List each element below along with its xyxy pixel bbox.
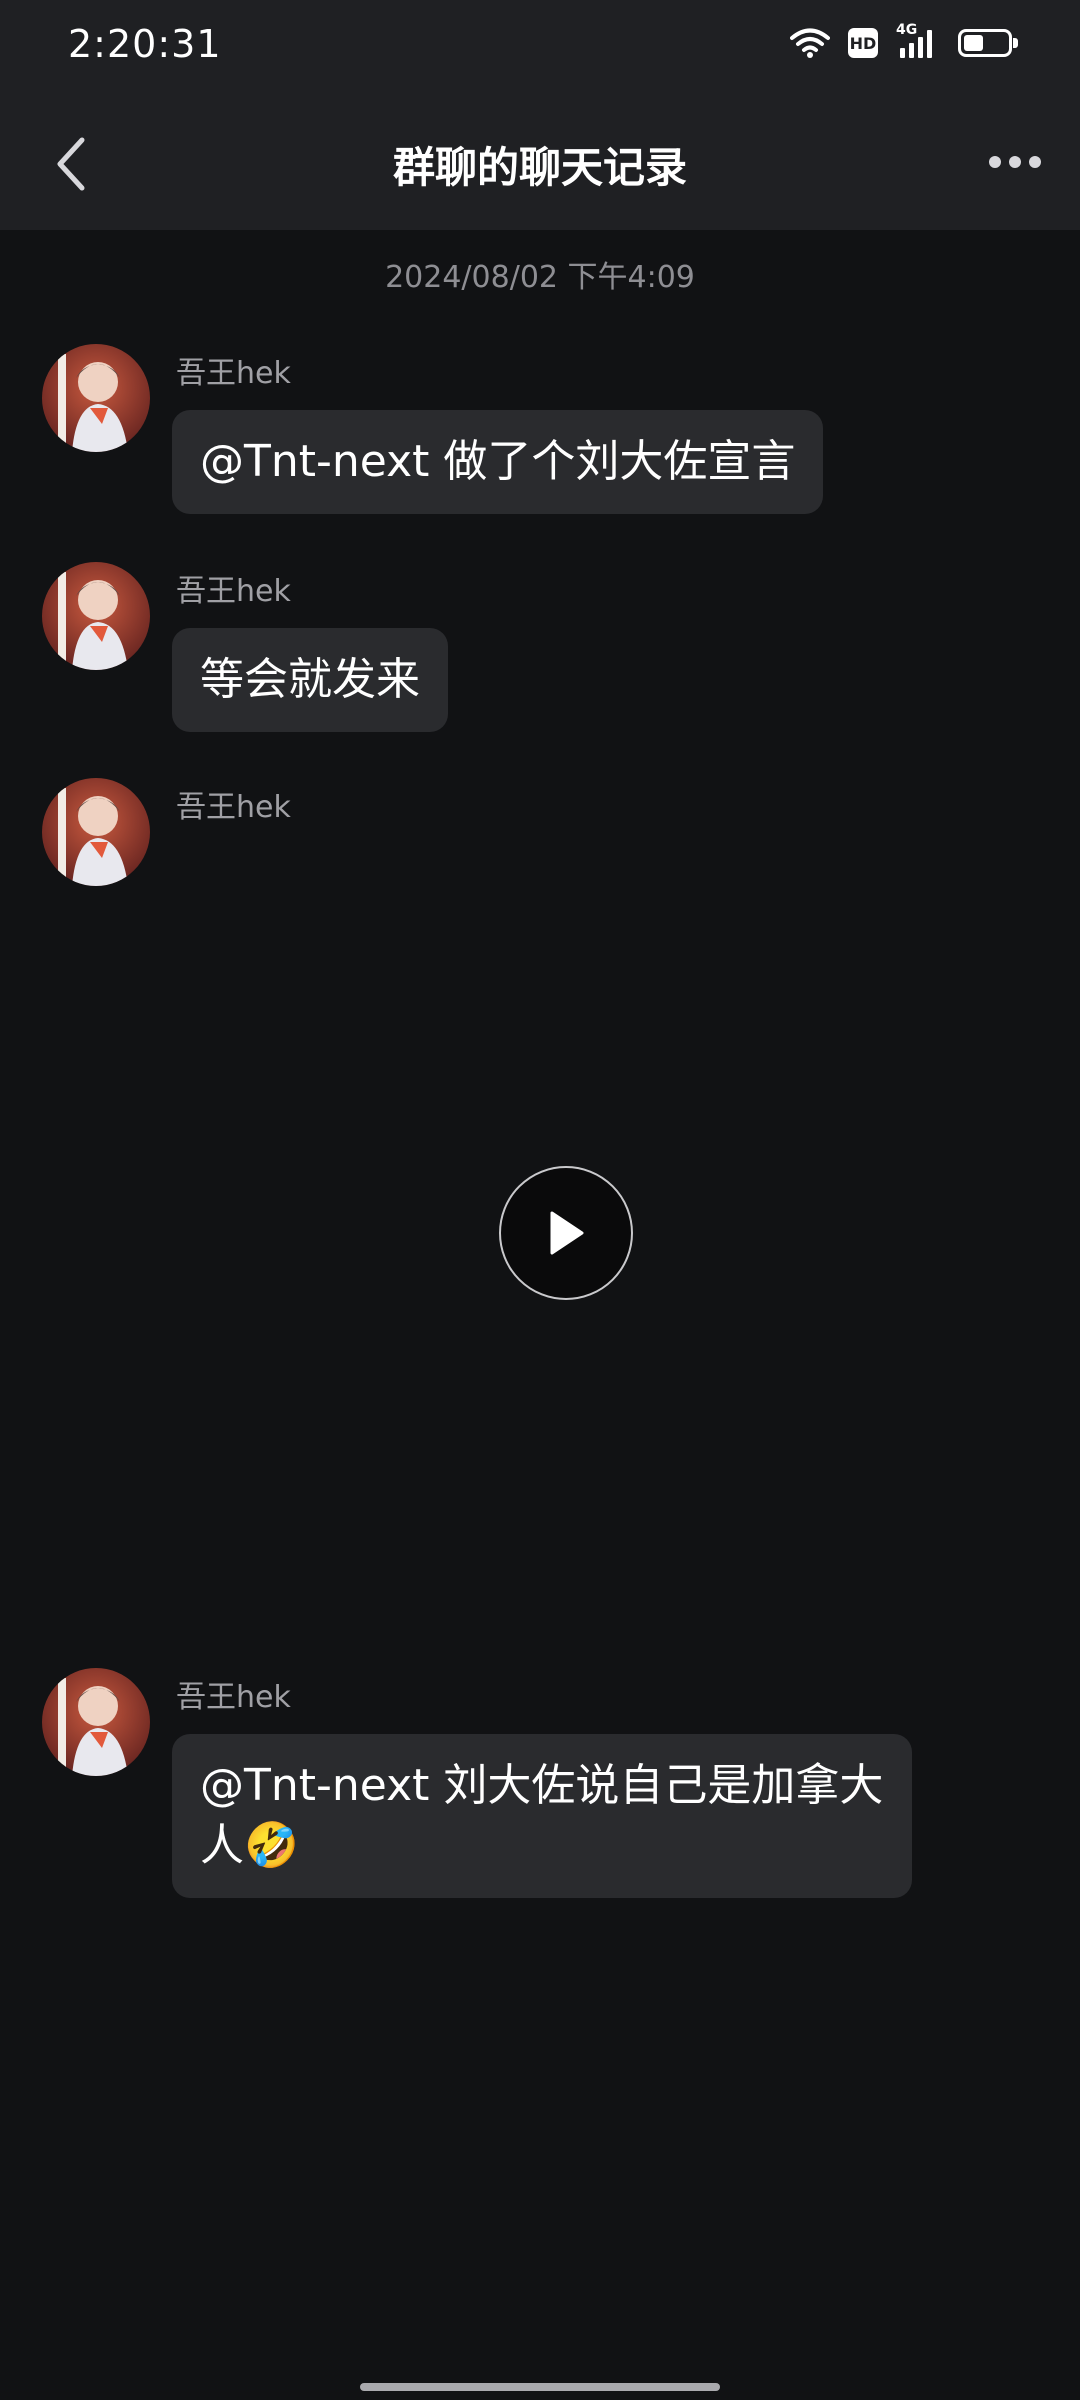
sender-name: 吾王hek: [176, 574, 291, 609]
sender-name: 吾王hek: [176, 790, 291, 825]
sender-name: 吾王hek: [176, 1680, 291, 1715]
header-bar: 群聊的聊天记录: [0, 96, 1080, 230]
video-play-button[interactable]: [499, 1166, 633, 1300]
sender-name: 吾王hek: [176, 356, 291, 391]
status-bar: 2:20:31 HD 4G: [0, 0, 1080, 96]
message-bubble[interactable]: @Tnt-next 刘大佐说自己是加拿大人🤣: [172, 1734, 912, 1898]
play-icon: [550, 1211, 584, 1255]
more-options-button[interactable]: [980, 132, 1050, 192]
chat-timestamp: 2024/08/02 下午4:09: [385, 260, 695, 295]
avatar[interactable]: [42, 1668, 150, 1776]
avatar[interactable]: [42, 562, 150, 670]
avatar[interactable]: [42, 778, 150, 886]
message-bubble[interactable]: 等会就发来: [172, 628, 448, 732]
avatar[interactable]: [42, 344, 150, 452]
status-icons: HD 4G: [790, 22, 1018, 60]
more-dots-icon: [989, 156, 1041, 168]
battery-icon: [958, 29, 1018, 57]
hd-icon: HD: [848, 28, 878, 58]
signal-4g-icon: 4G: [896, 22, 940, 60]
home-indicator[interactable]: [360, 2383, 720, 2391]
status-time: 2:20:31: [68, 22, 222, 66]
page-title: 群聊的聊天记录: [392, 143, 687, 192]
wifi-icon: [790, 28, 830, 58]
message-bubble[interactable]: @Tnt-next 做了个刘大佐宣言: [172, 410, 824, 514]
